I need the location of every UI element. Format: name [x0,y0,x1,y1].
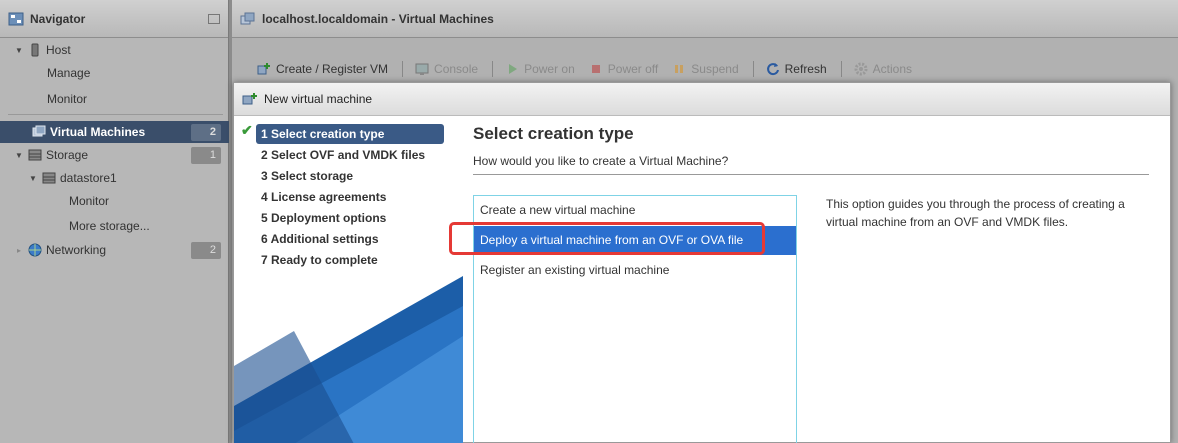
suspend-label: Suspend [691,62,739,76]
content-subheading: How would you like to create a Virtual M… [473,154,729,168]
datastore-icon [42,172,56,184]
tree-item-label: Virtual Machines [50,125,146,139]
page-title: localhost.localdomain - Virtual Machines [262,11,494,26]
tree-item-label: Monitor [69,194,110,208]
power-off-label: Power off [607,62,659,76]
suspend-button[interactable]: Suspend [672,62,739,76]
tree-item-more-storage[interactable]: More storage... [0,215,229,237]
divider [840,61,842,77]
collapse-icon[interactable] [208,13,220,24]
step-select-storage: 3 Select storage [261,169,354,183]
new-vm-dialog: New virtual machine ✔ 1 Select creation … [233,82,1171,443]
tree-item-label: Storage [46,148,89,162]
tree-item-label: Manage [47,66,91,80]
toolbar: Create / Register VM Console Power on Po… [257,58,926,80]
option-register-existing-vm[interactable]: Register an existing virtual machine [474,256,796,285]
console-label: Console [434,62,479,76]
tree-item-manage[interactable]: Manage [0,62,229,84]
tree-item-datastore1[interactable]: ▼ datastore1 [0,167,229,189]
create-register-vm-button[interactable]: Create / Register VM [257,62,388,76]
tree-item-monitor[interactable]: Monitor [0,88,229,110]
tree-item-label: Networking [46,243,107,257]
console-button[interactable]: Console [415,62,478,76]
pause-icon [675,65,684,73]
tree-item-label: Monitor [47,92,88,106]
chevron-down-icon[interactable]: ▼ [14,46,24,55]
divider [8,114,223,115]
play-icon [509,64,518,74]
option-description: This option guides you through the proce… [826,197,1125,229]
check-icon: ✔ [241,122,253,138]
stop-icon [591,65,600,73]
main-header: localhost.localdomain - Virtual Machines [232,0,1178,38]
power-on-button[interactable]: Power on [505,62,575,76]
tree-item-label: More storage... [69,219,150,233]
step-select-creation-type[interactable]: 1 Select creation type [256,124,444,144]
globe-icon [28,243,42,257]
refresh-label: Refresh [784,62,827,76]
dialog-title: New virtual machine [264,92,373,106]
navigator-icon [8,12,24,25]
step-ready-to-complete: 7 Ready to complete [261,253,378,267]
create-vm-icon [242,93,257,105]
step-select-ovf-files: 2 Select OVF and VMDK files [261,148,426,162]
actions-label: Actions [872,62,913,76]
step-deployment-options: 5 Deployment options [261,211,387,225]
power-off-button[interactable]: Power off [589,62,658,76]
divider [402,61,404,77]
divider [473,174,1149,175]
count-badge: 1 [191,147,221,164]
option-create-new-vm[interactable]: Create a new virtual machine [474,196,796,225]
tree-item-host[interactable]: ▼ Host [0,39,229,61]
storage-icon [28,149,42,161]
wizard-content: Select creation type How would you like … [463,116,1172,443]
count-badge: 2 [191,124,221,141]
annotation-highlight-box [449,222,765,255]
tree-item-datastore-monitor[interactable]: Monitor [0,190,229,212]
divider [492,61,494,77]
navigator-title: Navigator [30,11,86,26]
console-icon [415,63,429,75]
step-additional-settings: 6 Additional settings [261,232,379,246]
tree-item-label: datastore1 [60,171,117,185]
host-icon [31,43,39,57]
divider [752,61,754,77]
tree-item-storage[interactable]: ▼ Storage 1 [0,144,229,166]
chevron-down-icon[interactable]: ▼ [28,174,38,183]
refresh-icon [766,63,779,76]
refresh-button[interactable]: Refresh [766,62,827,76]
dialog-title-bar: New virtual machine [234,83,1170,116]
count-badge: 2 [191,242,221,259]
virtual-machine-icon [32,125,46,137]
create-register-vm-label: Create / Register VM [276,62,389,76]
chevron-right-icon[interactable]: ▸ [14,246,24,255]
power-on-label: Power on [524,62,575,76]
actions-button[interactable]: Actions [854,62,912,76]
gear-icon [854,62,868,76]
navigator-panel: Navigator ▼ Host Manage Monitor Virtual … [0,0,229,443]
chevron-down-icon[interactable]: ▼ [14,151,24,160]
tree-item-label: Host [46,43,71,57]
decorative-background [234,276,463,443]
tree-item-virtual-machines[interactable]: Virtual Machines 2 [0,121,229,143]
step-license-agreements: 4 License agreements [261,190,387,204]
tree-item-networking[interactable]: ▸ Networking 2 [0,239,229,261]
content-heading: Select creation type [473,124,634,143]
create-vm-icon [257,63,270,75]
virtual-machine-icon [240,12,255,24]
wizard-steps: ✔ 1 Select creation type 2 Select OVF an… [234,116,463,443]
navigator-header: Navigator [0,0,228,38]
